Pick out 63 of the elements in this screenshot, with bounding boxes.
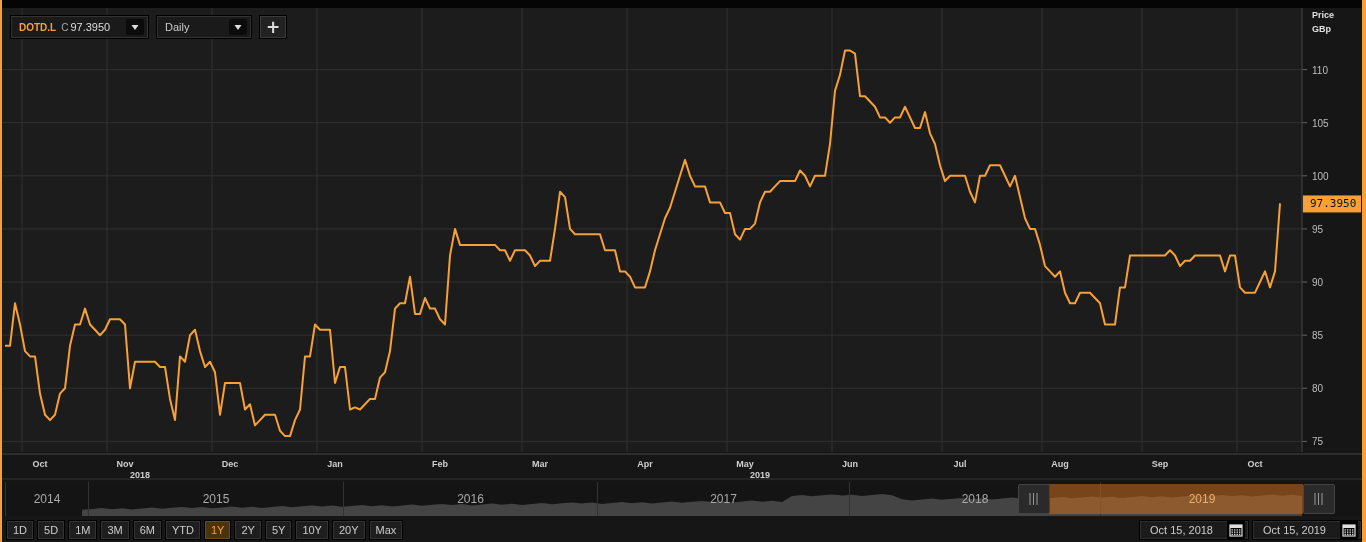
grip-icon [1029, 493, 1039, 505]
close-label: C [61, 21, 69, 33]
y-axis-tick-label: 100 [1312, 170, 1329, 182]
range-button[interactable]: 6M [132, 520, 162, 540]
range-button[interactable]: 1M [68, 520, 98, 540]
x-axis-label: Dec [221, 459, 239, 469]
range-handle[interactable] [1303, 484, 1335, 514]
x-axis-year-label: 2019 [750, 470, 770, 480]
y-axis-tick-label: 80 [1312, 383, 1324, 395]
x-axis-label: Oct [1247, 459, 1263, 469]
calendar-icon[interactable] [1340, 521, 1358, 539]
navigator-year-label: 2014 [33, 492, 61, 506]
navigator-year-label: 2015 [202, 492, 230, 506]
navigator-year-label: 2017 [710, 492, 737, 506]
last-price-label: 97.3950 [1303, 195, 1361, 213]
range-button[interactable]: 10Y [295, 520, 329, 540]
x-axis-label: May [736, 459, 754, 469]
navigator-year-label: 2019 [1188, 492, 1216, 506]
x-axis-label: Apr [637, 459, 653, 469]
range-button[interactable]: 1D [6, 520, 35, 540]
y-axis-tick-label: 75 [1312, 436, 1324, 448]
x-axis-label: Sep [1151, 459, 1169, 469]
y-axis-tick-label: 95 [1312, 223, 1324, 235]
x-axis-label: Oct [32, 459, 48, 469]
calendar-icon[interactable] [1227, 521, 1245, 539]
range-button[interactable]: 1Y [203, 520, 232, 540]
range-button[interactable]: 3M [100, 520, 130, 540]
navigator-year-label: 2018 [961, 492, 989, 506]
y-axis-tick-label: 110 [1312, 64, 1328, 76]
x-axis-label: Jul [953, 459, 967, 469]
range-button[interactable]: Max [368, 520, 404, 540]
range-handle[interactable] [1018, 484, 1050, 514]
close-value: 97.3950 [70, 21, 112, 33]
range-button[interactable]: 20Y [331, 520, 366, 540]
y-axis-tick-label: 105 [1312, 117, 1329, 129]
range-button[interactable]: 5Y [264, 520, 293, 540]
x-axis-label: Nov [116, 459, 134, 469]
x-axis-label: Jan [327, 459, 343, 469]
x-axis-label: Aug [1051, 459, 1069, 469]
x-axis-label: Mar [532, 459, 548, 469]
symbol-dropdown[interactable]: DOTD.L C 97.3950 [10, 15, 149, 39]
interval-value: Daily [165, 21, 191, 33]
range-button[interactable]: YTD [164, 520, 201, 540]
date-field[interactable]: Oct 15, 2018 [1139, 520, 1249, 540]
range-button[interactable]: 2Y [234, 520, 262, 540]
add-button[interactable]: + [259, 15, 287, 39]
axis-unit: GBp [1312, 24, 1331, 34]
x-axis-label: Jun [842, 459, 858, 469]
date-value: Oct 15, 2018 [1150, 524, 1213, 536]
axis-title: Price [1312, 10, 1335, 20]
x-axis-year-label: 2018 [130, 470, 150, 480]
caret-icon [126, 19, 144, 35]
interval-dropdown[interactable]: Daily [156, 15, 252, 39]
caret-icon [229, 19, 247, 35]
y-axis-tick-label: 85 [1312, 330, 1324, 342]
grip-icon [1314, 493, 1324, 505]
navigator-year-label: 2016 [457, 492, 484, 506]
date-field[interactable]: Oct 15, 2019 [1252, 520, 1362, 540]
y-axis-tick-label: 90 [1312, 277, 1324, 289]
range-button[interactable]: 5D [37, 520, 66, 540]
x-axis-label: Feb [432, 459, 448, 469]
symbol-label: DOTD.L [19, 21, 57, 33]
date-value: Oct 15, 2019 [1263, 524, 1326, 536]
